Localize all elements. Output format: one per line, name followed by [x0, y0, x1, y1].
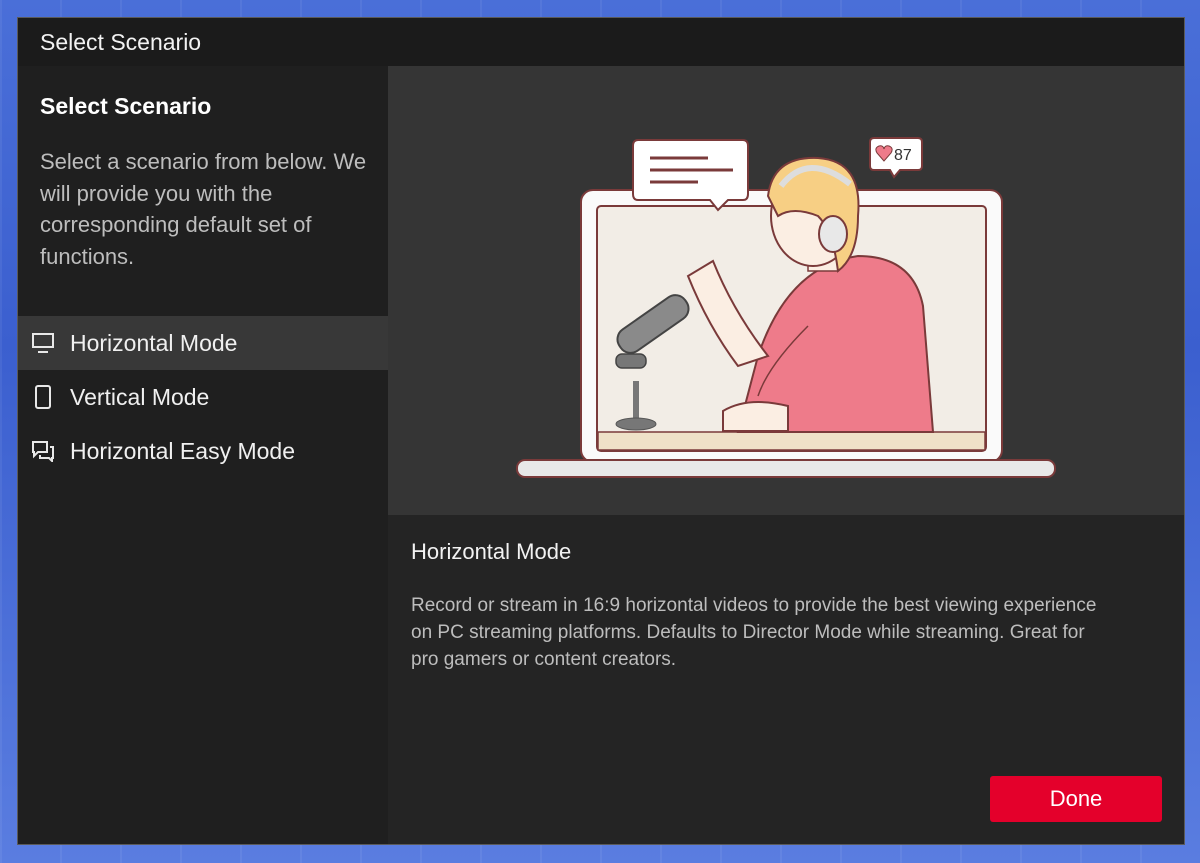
scenario-item-label: Horizontal Easy Mode — [70, 437, 295, 464]
scenario-description: Record or stream in 16:9 horizontal vide… — [411, 595, 1097, 670]
like-count: 87 — [894, 147, 912, 164]
monitor-icon — [30, 330, 56, 356]
scenario-item-horizontal-easy-mode[interactable]: Horizontal Easy Mode — [18, 424, 388, 478]
phone-icon — [30, 384, 56, 410]
scenario-item-label: Vertical Mode — [70, 383, 210, 410]
scenario-list: Horizontal Mode Vertical Mode Horizontal… — [18, 316, 388, 478]
scenario-illustration: 87 — [388, 66, 1184, 515]
streamer-illustration: 87 — [516, 137, 1056, 478]
scenario-sidebar: Select Scenario Select a scenario from b… — [18, 66, 388, 844]
sidebar-heading: Select Scenario — [40, 93, 212, 119]
dialog-titlebar: Select Scenario — [18, 18, 1184, 66]
done-button[interactable]: Done — [990, 776, 1162, 822]
dialog-title: Select Scenario — [40, 28, 202, 55]
scenario-item-horizontal-mode[interactable]: Horizontal Mode — [18, 316, 388, 370]
sidebar-description: Select a scenario from below. We will pr… — [40, 149, 367, 269]
scenario-item-vertical-mode[interactable]: Vertical Mode — [18, 370, 388, 424]
chat-icon — [30, 438, 56, 464]
select-scenario-dialog: Select Scenario Select Scenario Select a… — [17, 17, 1185, 845]
scenario-title: Horizontal Mode — [411, 539, 572, 564]
scenario-detail-panel: 87 Horizontal Mode Record or stream in 1… — [388, 66, 1184, 844]
scenario-item-label: Horizontal Mode — [70, 329, 238, 356]
